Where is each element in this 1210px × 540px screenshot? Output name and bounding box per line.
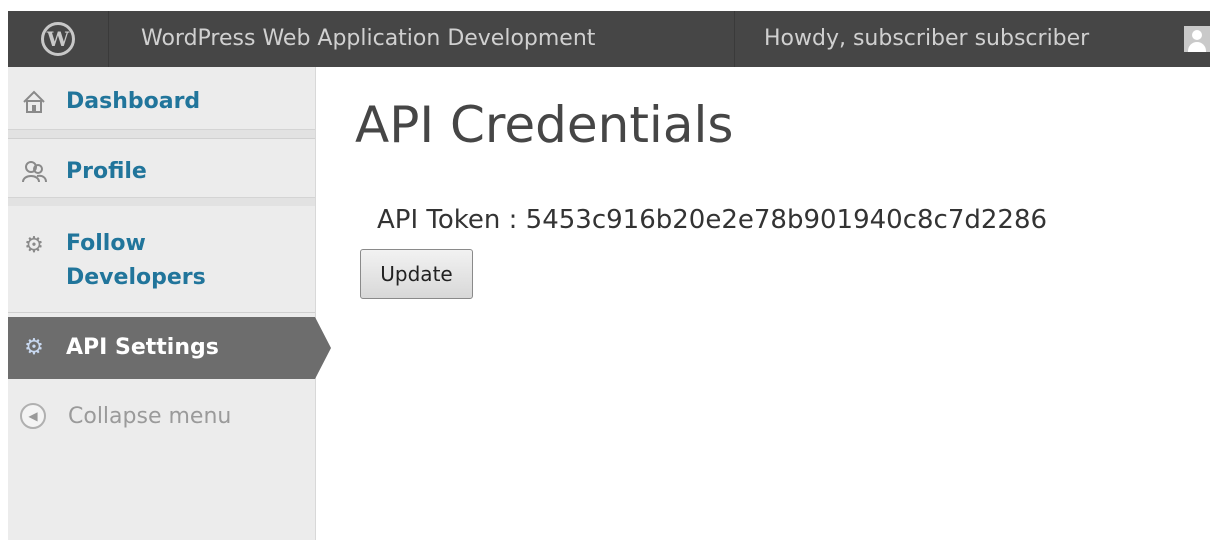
sidebar-item-label: Profile	[66, 159, 147, 184]
gear-icon: ⚙	[24, 233, 44, 258]
wordpress-logo-button[interactable]: W	[8, 11, 108, 67]
sidebar-item-label: API Settings	[66, 335, 219, 360]
collapse-menu-label: Collapse menu	[68, 404, 232, 429]
home-icon	[21, 89, 47, 115]
site-name-link[interactable]: WordPress Web Application Development	[141, 11, 595, 67]
menu-separator	[8, 129, 315, 138]
sidebar-item-follow-developers[interactable]: ⚙ Follow Developers	[8, 205, 315, 313]
admin-bar-divider	[108, 11, 109, 67]
users-icon	[21, 159, 47, 185]
sidebar-item-label: Dashboard	[66, 89, 201, 114]
wordpress-logo-icon: W	[41, 22, 75, 56]
gear-icon: ⚙	[24, 335, 44, 360]
sidebar-item-profile[interactable]: Profile	[8, 139, 315, 205]
sidebar-item-label: Follow Developers	[66, 231, 206, 290]
api-token-text: API Token : 5453c916b20e2e78b901940c8c7d…	[377, 205, 1048, 235]
collapse-menu-button[interactable]: ◀ Collapse menu	[8, 397, 315, 437]
account-menu[interactable]: Howdy, subscriber subscriber	[764, 11, 1089, 67]
avatar-icon[interactable]	[1184, 26, 1210, 52]
update-button[interactable]: Update	[360, 249, 473, 299]
admin-sidebar: Dashboard Profile ⚙ Follow Developers ⚙ …	[8, 67, 331, 540]
admin-bar-divider	[734, 11, 735, 67]
sidebar-item-api-settings[interactable]: ⚙ API Settings	[8, 317, 331, 379]
admin-bar: W WordPress Web Application Development …	[8, 11, 1210, 67]
collapse-arrow-icon: ◀	[20, 403, 46, 429]
page-title: API Credentials	[355, 96, 734, 154]
